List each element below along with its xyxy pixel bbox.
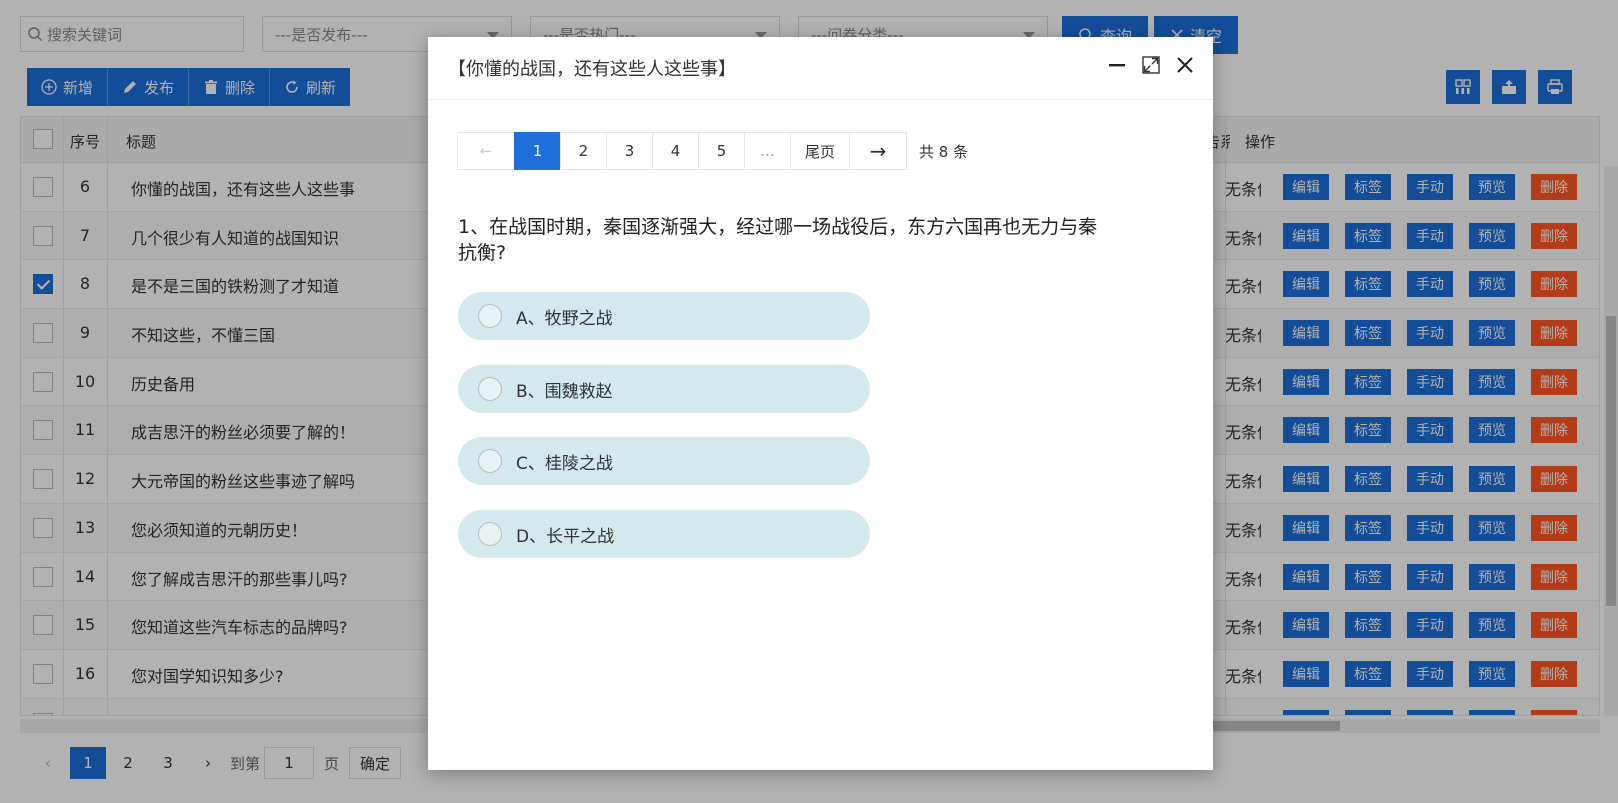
question-page-ellipsis: … xyxy=(744,132,791,170)
question-next-button[interactable]: → xyxy=(849,132,908,170)
question-pagination: ← 1 2 3 4 5 … 尾页 → 共 8 条 xyxy=(457,132,969,170)
question-text: 1、在战国时期，秦国逐渐强大，经过哪一场战役后，东方六国再也无力与秦抗衡? xyxy=(458,216,1098,264)
radio-icon[interactable] xyxy=(478,304,502,328)
option-a[interactable]: A、牧野之战 xyxy=(458,292,870,340)
option-c[interactable]: C、桂陵之战 xyxy=(458,437,870,485)
close-icon[interactable] xyxy=(1175,55,1195,75)
modal-title: 【你懂的战国，还有这些人这些事】 xyxy=(448,59,736,80)
minimize-icon[interactable] xyxy=(1107,55,1127,75)
option-label: B、围魏救赵 xyxy=(516,381,613,402)
radio-icon[interactable] xyxy=(478,449,502,473)
option-label: A、牧野之战 xyxy=(516,308,613,329)
modal-header: 【你懂的战国，还有这些人这些事】 xyxy=(428,37,1213,100)
question-page-5[interactable]: 5 xyxy=(698,132,745,170)
maximize-icon[interactable] xyxy=(1141,55,1161,75)
option-d[interactable]: D、长平之战 xyxy=(458,510,870,558)
option-label: D、长平之战 xyxy=(516,526,615,547)
radio-icon[interactable] xyxy=(478,522,502,546)
question-page-4[interactable]: 4 xyxy=(652,132,699,170)
question-prev-button[interactable]: ← xyxy=(457,132,515,170)
radio-icon[interactable] xyxy=(478,377,502,401)
question-total: 共 8 条 xyxy=(919,142,969,161)
option-label: C、桂陵之战 xyxy=(516,453,613,474)
question-preview-modal: 【你懂的战国，还有这些人这些事】 ← 1 2 3 4 5 … 尾页 → 共 8 … xyxy=(428,37,1213,770)
question-page-1[interactable]: 1 xyxy=(514,132,561,170)
question-page-3[interactable]: 3 xyxy=(606,132,653,170)
question-page-2[interactable]: 2 xyxy=(560,132,607,170)
option-b[interactable]: B、围魏救赵 xyxy=(458,365,870,413)
modal-controls xyxy=(1107,55,1195,75)
question-last-page-button[interactable]: 尾页 xyxy=(790,132,851,170)
